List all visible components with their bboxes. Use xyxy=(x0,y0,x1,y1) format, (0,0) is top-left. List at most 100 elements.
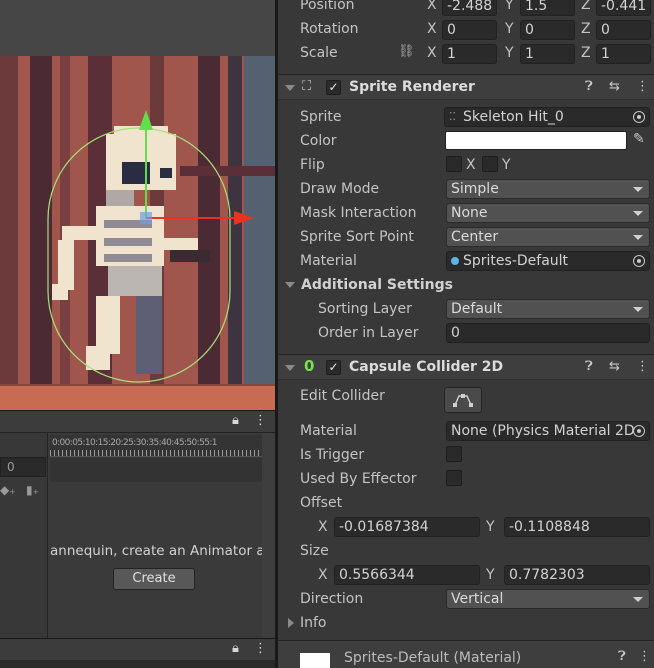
context-menu-icon[interactable]: ⋮ xyxy=(636,359,649,374)
direction-label: Direction xyxy=(300,591,364,607)
color-swatch[interactable] xyxy=(445,131,627,150)
offset-x-field[interactable]: -0.01687384 xyxy=(334,517,480,537)
animation-scrollbar[interactable] xyxy=(262,433,275,639)
offset-label: Offset xyxy=(300,495,343,511)
is-trigger-label: Is Trigger xyxy=(300,447,365,463)
skeleton-sprite[interactable] xyxy=(0,56,275,384)
add-keyframe-icon[interactable]: ◆₊ xyxy=(0,483,16,497)
mask-interaction-dropdown[interactable]: None xyxy=(446,203,650,223)
material-label: Material xyxy=(300,253,357,269)
material-field[interactable]: Sprites-Default xyxy=(446,251,650,271)
rotation-x-field[interactable]: 0 xyxy=(442,20,497,40)
constrain-proportions-icon[interactable]: ⛓ xyxy=(398,44,415,59)
scene-floor xyxy=(0,384,275,410)
capsule-collider-enabled-checkbox[interactable]: ✓ xyxy=(326,360,341,375)
foldout-arrow-icon[interactable] xyxy=(285,85,295,91)
preset-icon[interactable]: ⇆ xyxy=(609,79,620,94)
flip-x-checkbox[interactable] xyxy=(446,156,462,172)
mask-interaction-value: None xyxy=(451,205,488,221)
position-y-field[interactable]: 1.5 xyxy=(520,0,575,16)
axis-z-label: Z xyxy=(581,0,591,13)
lock-icon[interactable]: 🔒︎ xyxy=(232,641,239,656)
more-menu-icon[interactable]: ⋮ xyxy=(254,641,267,656)
collider-material-label: Material xyxy=(300,423,357,439)
flip-x-label: X xyxy=(466,157,476,173)
edit-collider-button[interactable] xyxy=(444,387,482,413)
draw-mode-label: Draw Mode xyxy=(300,181,380,197)
order-in-layer-label: Order in Layer xyxy=(318,325,419,341)
offset-x-axis-label: X xyxy=(318,519,328,535)
scene-view[interactable] xyxy=(0,0,275,410)
help-icon[interactable]: ❓︎ xyxy=(618,649,626,664)
color-label: Color xyxy=(300,133,337,149)
flip-label: Flip xyxy=(300,157,325,173)
capsule-collider-title: Capsule Collider 2D xyxy=(349,359,504,375)
context-menu-icon[interactable]: ⋮ xyxy=(636,79,649,94)
object-picker-icon[interactable] xyxy=(633,111,645,123)
size-y-axis-label: Y xyxy=(486,567,495,583)
foldout-arrow-icon[interactable] xyxy=(285,282,295,288)
help-icon[interactable]: ❓︎ xyxy=(585,79,593,94)
info-foldout[interactable]: Info xyxy=(300,615,327,631)
lock-icon[interactable]: 🔒︎ xyxy=(232,413,239,428)
timeline-ruler[interactable]: 0:00:05:10:15:20:25:30:35:40:45:50:55:1 xyxy=(50,435,262,457)
additional-settings-foldout[interactable]: Additional Settings xyxy=(301,277,453,293)
object-picker-icon[interactable] xyxy=(633,255,645,267)
more-menu-icon[interactable]: ⋮ xyxy=(254,413,267,428)
sprite-renderer-header[interactable]: ⛶ ✓ Sprite Renderer ❓︎ ⇆ ⋮ xyxy=(278,74,654,100)
animation-panel-header: 🔒︎ ⋮ xyxy=(0,411,275,433)
is-trigger-checkbox[interactable] xyxy=(446,446,462,462)
size-label: Size xyxy=(300,543,329,559)
rotation-z-field[interactable]: 0 xyxy=(596,20,651,40)
position-z-field[interactable]: -0.441 xyxy=(596,0,651,16)
sprite-renderer-enabled-checkbox[interactable]: ✓ xyxy=(326,80,341,95)
sprite-sort-point-label: Sprite Sort Point xyxy=(300,229,414,245)
size-x-axis-label: X xyxy=(318,567,328,583)
rotation-y-field[interactable]: 0 xyxy=(520,20,575,40)
timeline-ruler-ticks xyxy=(50,450,262,456)
scene-canvas[interactable] xyxy=(0,56,275,384)
order-in-layer-field[interactable]: 0 xyxy=(446,323,650,343)
size-y-field[interactable]: 0.7782303 xyxy=(504,565,650,585)
foldout-arrow-icon[interactable] xyxy=(288,618,294,628)
sprite-value: Skeleton Hit_0 xyxy=(463,109,564,125)
frame-field[interactable]: 0 xyxy=(0,457,46,477)
size-x-field[interactable]: 0.5566344 xyxy=(334,565,480,585)
help-icon[interactable]: ❓︎ xyxy=(585,359,593,374)
context-menu-icon[interactable]: ⋮ xyxy=(638,649,651,664)
timeline-row xyxy=(50,458,262,482)
sorting-layer-dropdown[interactable]: Default xyxy=(446,299,650,319)
draw-mode-dropdown[interactable]: Simple xyxy=(446,179,650,199)
sprite-asset-icon: ⁚⁚ xyxy=(449,110,456,123)
foldout-arrow-icon[interactable] xyxy=(285,365,295,371)
position-x-field[interactable]: -2.488 xyxy=(442,0,497,16)
scale-x-field[interactable]: 1 xyxy=(442,44,497,64)
direction-dropdown[interactable]: Vertical xyxy=(446,589,650,609)
sprite-field[interactable]: ⁚⁚ Skeleton Hit_0 xyxy=(444,107,650,127)
axis-y-label: Y xyxy=(505,0,514,13)
draw-mode-value: Simple xyxy=(451,181,499,197)
eyedropper-icon[interactable]: ✎ xyxy=(633,131,645,147)
scale-label: Scale xyxy=(300,45,338,61)
flip-y-checkbox[interactable] xyxy=(482,156,498,172)
axis-z-label: Z xyxy=(581,45,591,61)
flip-y-label: Y xyxy=(502,157,511,173)
animation-message: annequin, create an Animator a xyxy=(50,543,265,559)
capsule-collider-header[interactable]: 0 ✓ Capsule Collider 2D ❓︎ ⇆ ⋮ xyxy=(278,354,654,380)
scale-z-field[interactable]: 1 xyxy=(596,44,651,64)
used-by-effector-checkbox[interactable] xyxy=(446,470,462,486)
collider-material-field[interactable]: None (Physics Material 2D xyxy=(446,421,650,441)
sprite-sort-point-dropdown[interactable]: Center xyxy=(446,227,650,247)
edit-collider-label: Edit Collider xyxy=(300,388,385,404)
create-button[interactable]: Create xyxy=(113,568,195,590)
preset-icon[interactable]: ⇆ xyxy=(609,359,620,374)
offset-y-field[interactable]: -0.1108848 xyxy=(504,517,650,537)
direction-value: Vertical xyxy=(451,591,504,607)
sorting-layer-value: Default xyxy=(451,301,503,317)
axis-x-label: X xyxy=(427,21,437,37)
sprite-label: Sprite xyxy=(300,109,342,125)
material-footer[interactable]: Sprites-Default (Material) ❓︎ ⋮ xyxy=(278,640,654,668)
object-picker-icon[interactable] xyxy=(633,425,645,437)
add-event-icon[interactable]: ▮₊ xyxy=(26,483,39,497)
scale-y-field[interactable]: 1 xyxy=(520,44,575,64)
